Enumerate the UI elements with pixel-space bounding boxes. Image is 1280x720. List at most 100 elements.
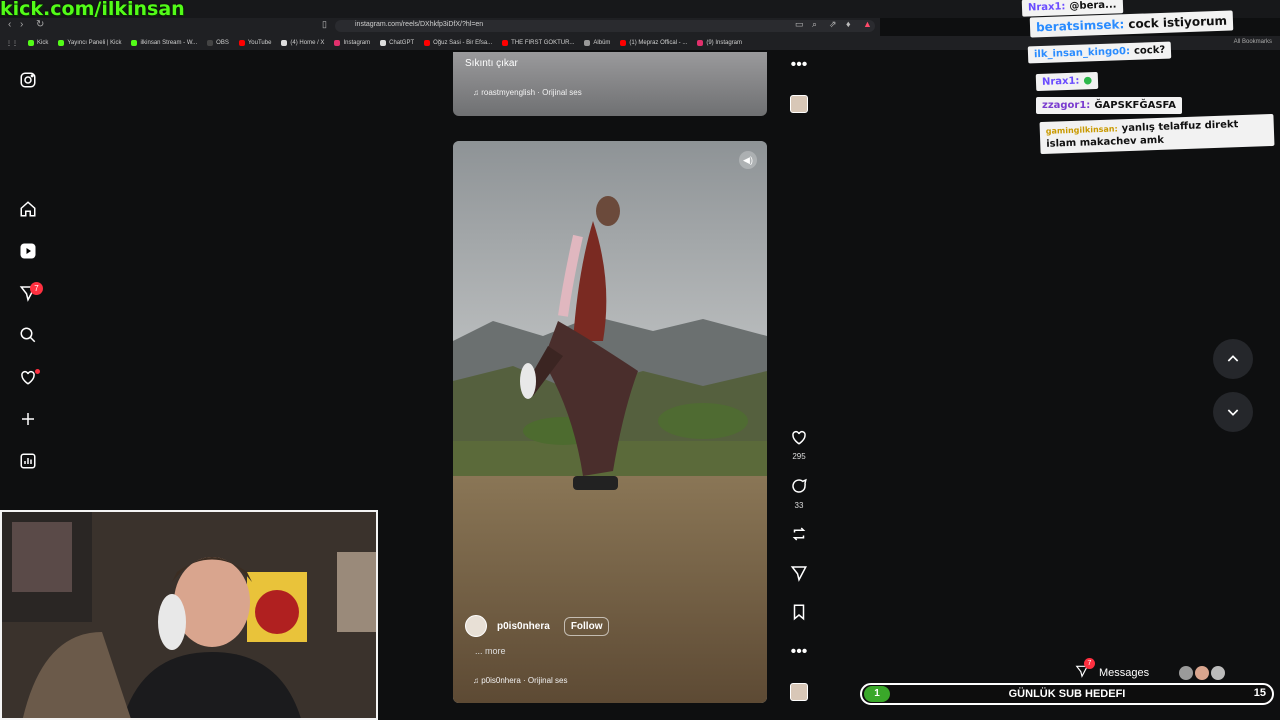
search-icon[interactable] bbox=[18, 325, 38, 345]
bookmark-favicon-icon bbox=[58, 40, 65, 46]
messages-bar[interactable]: 7 Messages bbox=[1075, 658, 1226, 681]
follow-button[interactable]: Follow bbox=[563, 616, 610, 636]
home-icon[interactable] bbox=[18, 199, 38, 219]
audio-thumbnail[interactable] bbox=[790, 683, 808, 701]
reels-icon[interactable] bbox=[18, 241, 38, 261]
bookmark-favicon-icon bbox=[131, 40, 138, 46]
bookmark-label: ilkinsan Stream - W... bbox=[140, 40, 198, 46]
reel-video[interactable]: ◀) p0is0nhera Follow ... more ♫ p0is0nhe… bbox=[453, 141, 767, 703]
bookmark-item[interactable]: ChatGPT bbox=[380, 40, 414, 46]
like-count: 295 bbox=[792, 452, 806, 461]
bookmark-favicon-icon bbox=[281, 40, 288, 46]
all-bookmarks[interactable]: All Bookmarks bbox=[1234, 39, 1272, 45]
bookmark-label: THE FIRST GOKTUR... bbox=[511, 40, 575, 46]
bookmark-item[interactable]: Oğuz Sasi - Bir Efsa... bbox=[424, 40, 492, 46]
chat-message: ilk_insan_kingo0: cock? bbox=[1027, 41, 1172, 64]
bookmark-label: Yayıncı Paneli | Kick bbox=[67, 40, 122, 46]
reload-icon[interactable]: ↻ bbox=[36, 19, 44, 30]
bookmark-item[interactable]: (9) Instagram bbox=[697, 40, 742, 46]
bookmark-label: Kick bbox=[37, 40, 49, 46]
chevron-down-icon bbox=[1227, 409, 1239, 416]
chat-message: gamingilkinsan: yanlış telaffuz direkt is… bbox=[1039, 113, 1275, 155]
forward-icon[interactable]: › bbox=[20, 19, 23, 30]
shield-icon[interactable]: ♦ bbox=[846, 19, 851, 29]
bookmark-label: ChatGPT bbox=[389, 40, 415, 46]
save-bookmark-icon[interactable] bbox=[788, 603, 810, 626]
messages-avatars bbox=[1179, 665, 1226, 680]
messages-badge: 7 bbox=[30, 282, 43, 295]
kick-watermark: kick.com/ilkinsan bbox=[0, 0, 185, 20]
audio-thumbnail[interactable] bbox=[790, 95, 808, 113]
bookmark-item[interactable]: (1) Mepraz Offical - ... bbox=[620, 40, 687, 46]
bookmark-favicon-icon bbox=[28, 40, 34, 46]
bookmark-tab-icon[interactable]: ▯ bbox=[322, 19, 327, 30]
like-action[interactable]: 295 bbox=[788, 428, 810, 461]
install-icon[interactable]: ▭ bbox=[795, 19, 804, 30]
sub-goal-label: GÜNLÜK SUB HEDEFI bbox=[1008, 688, 1126, 700]
reel-audio[interactable]: ♫ p0is0nhera · Orijinal ses bbox=[473, 676, 568, 685]
bookmark-item[interactable]: ilkinsan Stream - W... bbox=[131, 40, 197, 46]
sub-goal-bar: 1 GÜNLÜK SUB HEDEFI 15 bbox=[860, 683, 1274, 705]
bookmark-item[interactable]: THE FIRST GOKTUR... bbox=[502, 40, 574, 46]
url-text: instagram.com/reels/DXhkfp3iDfX/?hl=en bbox=[355, 21, 484, 28]
messages-count-badge: 7 bbox=[1084, 658, 1095, 669]
bookmark-item[interactable]: Albüm bbox=[584, 40, 610, 46]
comment-action[interactable]: 33 bbox=[788, 477, 810, 510]
bookmark-item[interactable]: OBS bbox=[207, 40, 229, 46]
avatar bbox=[1179, 665, 1194, 680]
bookmark-favicon-icon bbox=[697, 40, 704, 46]
notification-dot bbox=[35, 369, 40, 374]
instagram-logo-icon[interactable] bbox=[18, 70, 38, 90]
share-icon[interactable] bbox=[788, 564, 810, 587]
reel-previous[interactable]: Sıkıntı çıkar ♫ roastmyenglish · Orijina… bbox=[453, 52, 767, 116]
caption-more[interactable]: ... more bbox=[475, 646, 506, 656]
bookmark-favicon-icon bbox=[238, 40, 245, 46]
avatar bbox=[1211, 665, 1226, 680]
mute-icon[interactable]: ◀) bbox=[739, 151, 757, 169]
more-options-icon[interactable]: ••• bbox=[788, 56, 810, 74]
share-icon[interactable]: ⇗ bbox=[829, 19, 837, 30]
bookmark-favicon-icon bbox=[334, 40, 341, 46]
bookmark-favicon-icon bbox=[502, 40, 509, 46]
url-bar[interactable]: instagram.com/reels/DXhkfp3iDfX/?hl=en bbox=[335, 20, 875, 32]
bookmark-favicon-icon bbox=[207, 40, 214, 46]
bookmark-item[interactable]: Yayıncı Paneli | Kick bbox=[58, 40, 121, 46]
bookmark-favicon-icon bbox=[584, 40, 591, 46]
bookmark-item[interactable]: YouTube bbox=[238, 40, 271, 46]
bookmark-label: Albüm bbox=[593, 40, 611, 46]
bookmark-label: (4) Home / X bbox=[290, 40, 325, 46]
stream-screen: ‹ › ↻ ▯ instagram.com/reels/DXhkfp3iDfX/… bbox=[0, 0, 1280, 720]
owner-avatar[interactable] bbox=[465, 615, 487, 637]
heart-icon[interactable] bbox=[790, 428, 808, 446]
bookmark-item[interactable]: (4) Home / X bbox=[281, 40, 324, 46]
streamer-webcam bbox=[0, 510, 378, 720]
comment-icon[interactable] bbox=[790, 477, 808, 495]
next-reel-button[interactable] bbox=[1213, 392, 1253, 432]
sub-goal-target: 15 bbox=[1253, 687, 1266, 699]
messages-label: Messages bbox=[1099, 666, 1150, 679]
reel-owner: p0is0nhera Follow bbox=[465, 615, 610, 637]
bookmark-label: (1) Mepraz Offical - ... bbox=[629, 40, 688, 46]
owner-username[interactable]: p0is0nhera bbox=[497, 621, 550, 632]
bookmark-item[interactable]: Instagram bbox=[334, 40, 370, 46]
zoom-icon[interactable]: ⌕ bbox=[812, 19, 817, 30]
apps-icon[interactable]: ⋮⋮ bbox=[6, 40, 18, 47]
bookmark-favicon-icon bbox=[620, 40, 627, 46]
previous-reel-button[interactable] bbox=[1213, 339, 1253, 379]
repost-icon[interactable] bbox=[788, 525, 810, 548]
reel-caption: Sıkıntı çıkar bbox=[465, 58, 518, 69]
chat-message: zzagor1: ĞAPSKFĞASFA bbox=[1036, 97, 1182, 114]
avatar bbox=[1195, 665, 1210, 680]
dashboard-icon[interactable] bbox=[18, 451, 38, 471]
reel-audio[interactable]: ♫ roastmyenglish · Orijinal ses bbox=[473, 88, 582, 97]
messages-icon: 7 bbox=[1075, 658, 1095, 681]
bookmark-item[interactable]: Kick bbox=[28, 40, 48, 46]
bookmark-label: OBS bbox=[216, 40, 229, 46]
chat-message: Nrax1: ● bbox=[1035, 71, 1099, 92]
back-icon[interactable]: ‹ bbox=[8, 19, 11, 30]
more-options-icon[interactable]: ••• bbox=[788, 643, 810, 661]
bookmark-favicon-icon bbox=[424, 40, 431, 46]
create-plus-icon[interactable] bbox=[18, 409, 38, 429]
brave-rewards-icon[interactable]: ▲ bbox=[863, 19, 872, 29]
comment-count: 33 bbox=[794, 501, 804, 510]
